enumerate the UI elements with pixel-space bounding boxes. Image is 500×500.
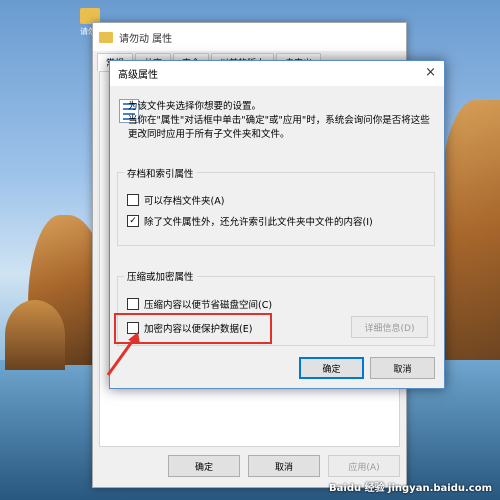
properties-titlebar: 请勿动 属性: [93, 23, 406, 51]
compress-checkbox-label: 压缩内容以便节省磁盘空间(C): [144, 300, 273, 311]
close-icon[interactable]: ×: [425, 66, 436, 80]
index-checkbox-label: 除了文件属性外，还允许索引此文件夹中文件的内容(I): [144, 217, 373, 228]
info-line-1: 为该文件夹选择你想要的设置。: [128, 101, 262, 112]
properties-title: 请勿动 属性: [119, 33, 173, 45]
compress-group-title: 压缩或加密属性: [124, 269, 197, 283]
archive-group-title: 存档和索引属性: [124, 166, 197, 180]
watermark: Baidu 经验 jingyan.baidu.com: [329, 483, 492, 494]
advanced-cancel-button[interactable]: 取消: [370, 357, 435, 379]
archive-checkbox-row[interactable]: 可以存档文件夹(A): [127, 193, 224, 207]
archive-checkbox-label: 可以存档文件夹(A): [144, 196, 225, 207]
archive-checkbox[interactable]: [127, 194, 139, 206]
advanced-titlebar: 高级属性 ×: [110, 61, 444, 86]
properties-cancel-button[interactable]: 取消: [248, 455, 320, 477]
properties-buttons: 确定 取消 应用(A): [168, 455, 400, 477]
compress-checkbox[interactable]: [127, 298, 139, 310]
compress-checkbox-row[interactable]: 压缩内容以便节省磁盘空间(C): [127, 297, 272, 311]
index-checkbox-row[interactable]: ✓ 除了文件属性外，还允许索引此文件夹中文件的内容(I): [127, 214, 373, 228]
rock-right: [438, 100, 500, 400]
archive-group-box: [117, 172, 435, 246]
index-checkbox[interactable]: ✓: [127, 215, 139, 227]
advanced-ok-button[interactable]: 确定: [299, 357, 364, 379]
info-line-2: 当你在"属性"对话框中单击"确定"或"应用"时，系统会询问你是否将这些更改同时应…: [128, 115, 430, 140]
advanced-title: 高级属性: [118, 70, 158, 81]
properties-apply-button[interactable]: 应用(A): [328, 455, 400, 477]
folder-icon: [99, 31, 113, 43]
rock-left-small: [5, 300, 65, 370]
properties-ok-button[interactable]: 确定: [168, 455, 240, 477]
annotation-arrow-icon: [106, 332, 140, 376]
details-button[interactable]: 详细信息(D): [351, 316, 428, 338]
